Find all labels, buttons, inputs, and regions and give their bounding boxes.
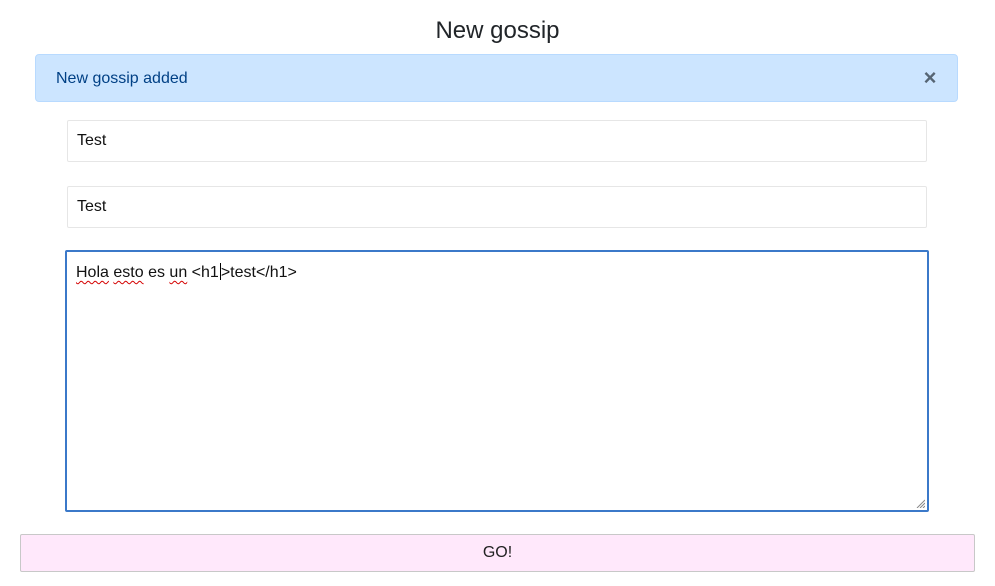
title-input[interactable]: Test (67, 120, 927, 162)
submit-button[interactable]: GO! (20, 534, 975, 572)
misspelled-word: un (169, 264, 188, 281)
close-icon[interactable]: × (917, 65, 943, 91)
content-textarea[interactable]: Hola esto es un <h1 >test</h1> (65, 250, 929, 512)
resize-handle-icon[interactable] (915, 498, 925, 508)
textarea-text-before-caret: <h1 (191, 264, 219, 281)
misspelled-word: esto (113, 264, 144, 281)
textarea-text-after-caret: >test</h1> (220, 264, 297, 281)
page-title: New gossip (435, 17, 560, 44)
page: New gossip New gossip added × Test Test … (0, 0, 995, 586)
textarea-word: es (148, 264, 165, 281)
author-input-value: Test (77, 198, 107, 215)
title-input-value: Test (77, 132, 107, 149)
success-alert: New gossip added × (35, 54, 958, 102)
author-input[interactable]: Test (67, 186, 927, 228)
misspelled-word: Hola (76, 264, 109, 281)
alert-message: New gossip added (56, 70, 188, 87)
